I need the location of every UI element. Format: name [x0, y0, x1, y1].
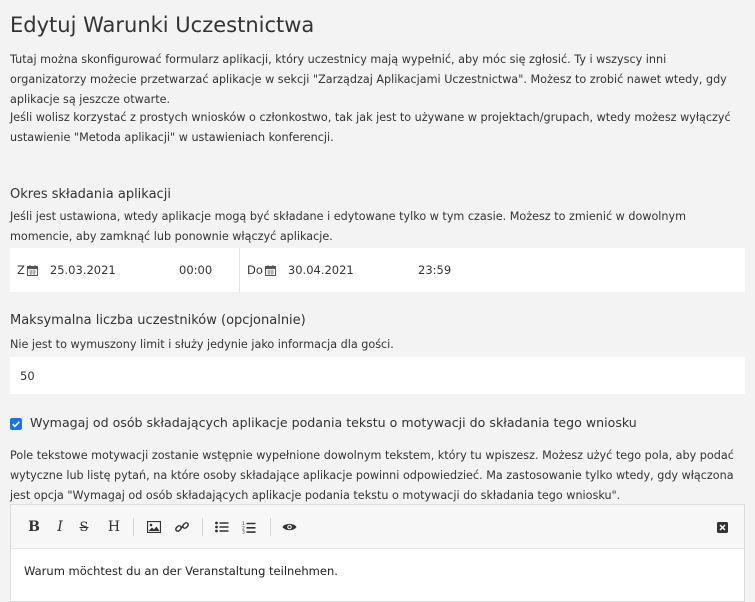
preview-eye-icon[interactable] — [281, 518, 297, 536]
intro-note: Jeśli wolisz korzystać z prostych wniosk… — [10, 111, 731, 144]
max-participants-title: Maksymalna liczba uczestników (opcjonaln… — [10, 313, 306, 328]
period-title: Okres składania aplikacji — [10, 187, 171, 202]
image-icon[interactable] — [146, 518, 162, 536]
fullscreen-close-icon[interactable] — [716, 518, 728, 536]
svg-text:3: 3 — [242, 529, 245, 533]
toolbar-separator — [270, 518, 271, 536]
to-date-field[interactable]: Do 30.04.2021 — [247, 248, 354, 292]
toolbar-separator — [133, 518, 134, 536]
calendar-icon — [26, 264, 38, 276]
editor-toolbar: B I S H 123 — [11, 505, 744, 549]
max-participants-value: 50 — [20, 369, 35, 383]
max-participants-help: Nie jest to wymuszony limit i służy jedy… — [10, 338, 394, 351]
from-date-field[interactable]: Z 25.03.2021 — [17, 248, 116, 292]
editor-content[interactable]: Warum möchtest du an der Veranstaltung t… — [24, 564, 338, 578]
motivation-help: Pole tekstowe motywacji zostanie wstępni… — [10, 449, 734, 502]
toolbar-separator — [202, 518, 203, 536]
to-date-value: 30.04.2021 — [287, 263, 354, 277]
motivation-checkbox-label[interactable]: Wymagaj od osób składających aplikacje p… — [30, 415, 637, 430]
period-divider — [239, 248, 240, 292]
motivation-checkbox[interactable] — [10, 418, 22, 430]
from-label: Z — [17, 263, 25, 277]
to-label: Do — [247, 263, 263, 277]
from-time-value: 00:00 — [179, 263, 213, 277]
period-row: Z 25.03.2021 00:00 Do 30.04.2021 23:59 — [10, 248, 745, 292]
bold-button[interactable]: B — [27, 518, 41, 536]
intro-description: Tutaj można skonfigurować formularz apli… — [10, 53, 727, 106]
period-help: Jeśli jest ustawiona, wtedy aplikacje mo… — [10, 210, 687, 243]
to-time-value: 23:59 — [418, 263, 452, 277]
link-icon[interactable] — [174, 518, 190, 536]
motivation-editor: B I S H 123 Warum möchtest du an der Ver… — [10, 504, 745, 602]
numbered-list-icon[interactable]: 123 — [241, 518, 257, 536]
strikethrough-button[interactable]: S — [77, 518, 91, 536]
page-title: Edytuj Warunki Uczestnictwa — [10, 13, 315, 37]
max-participants-input[interactable]: 50 — [10, 357, 745, 394]
heading-button[interactable]: H — [107, 518, 121, 536]
checkmark-icon — [12, 421, 20, 428]
italic-button[interactable]: I — [54, 518, 66, 536]
from-time-field[interactable]: 00:00 — [179, 248, 212, 292]
calendar-icon — [264, 264, 276, 276]
bullet-list-icon[interactable] — [214, 518, 230, 536]
from-date-value: 25.03.2021 — [49, 263, 116, 277]
to-time-field[interactable]: 23:59 — [418, 248, 451, 292]
